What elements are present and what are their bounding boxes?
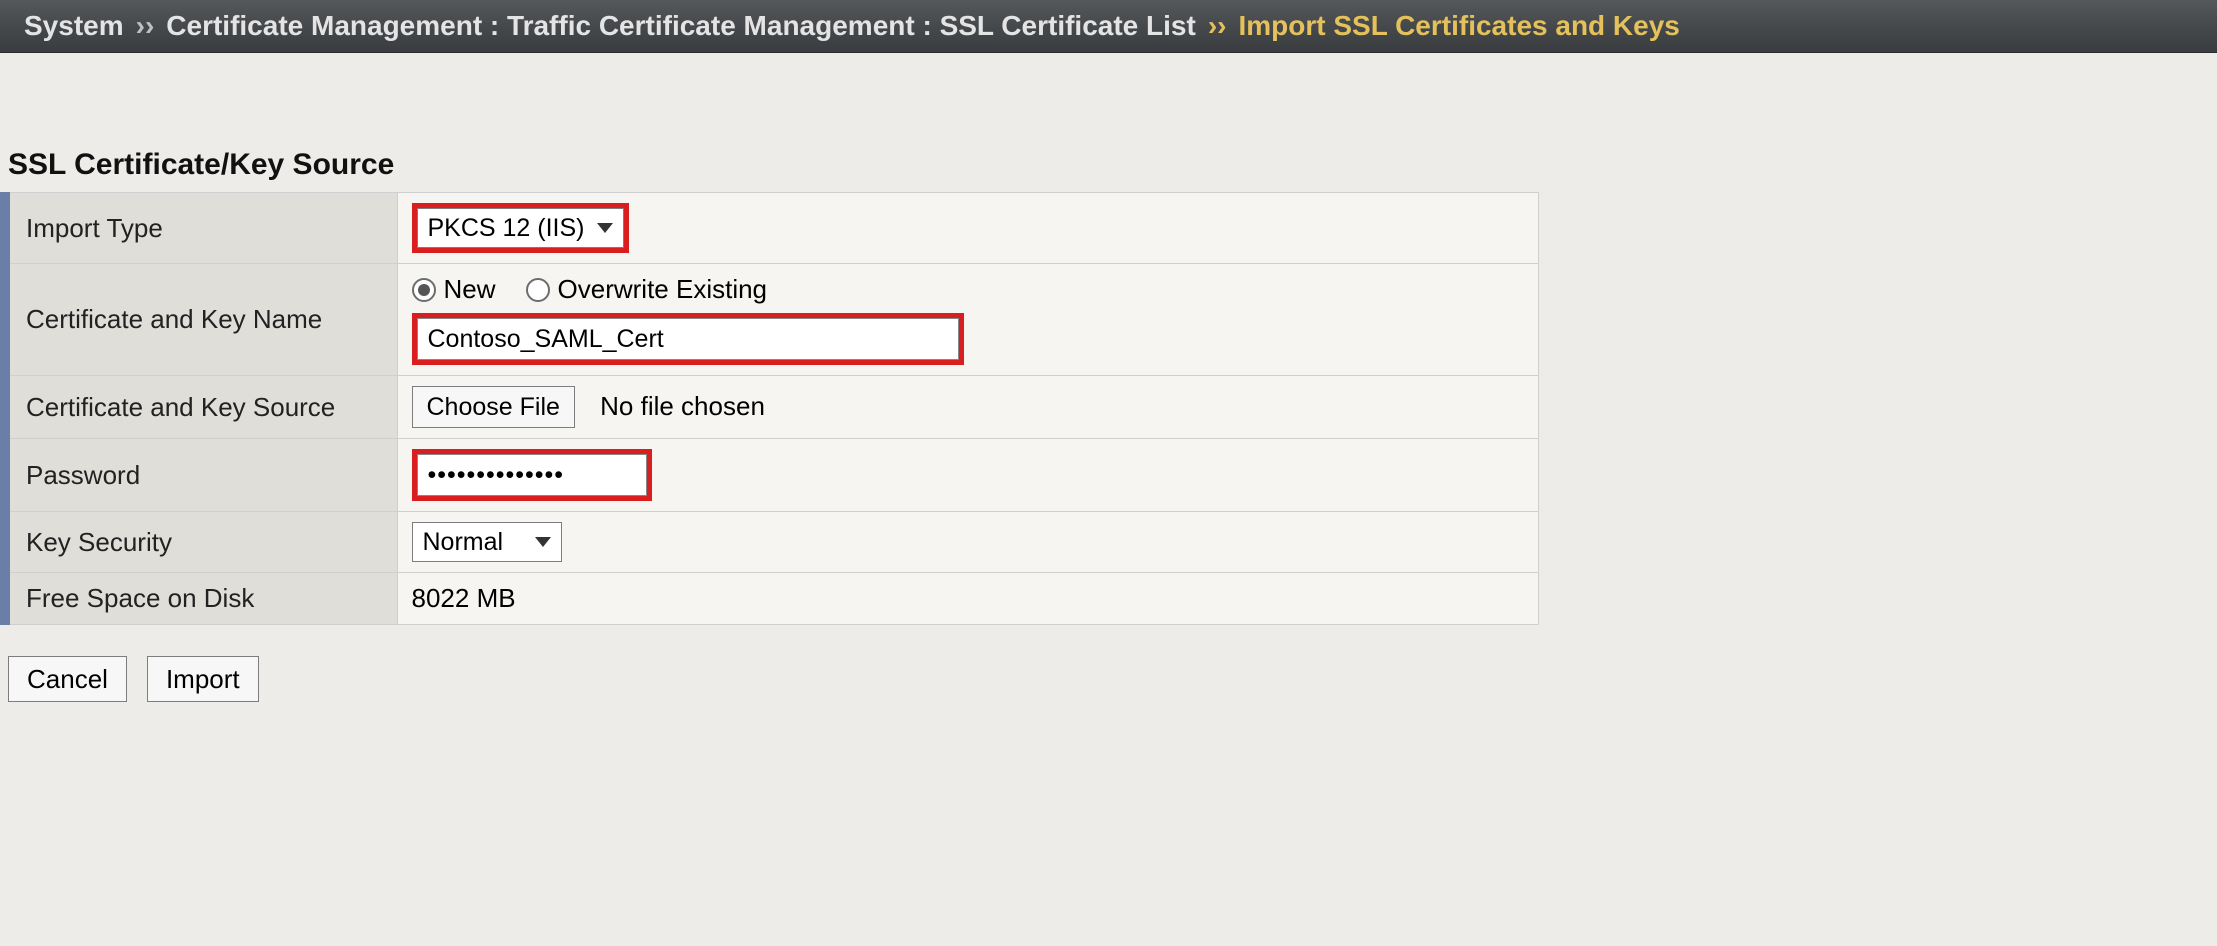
section-title: SSL Certificate/Key Source: [0, 53, 2217, 192]
radio-new-label: New: [444, 274, 496, 305]
row-cert-key-source: Certificate and Key Source Choose File N…: [5, 376, 1539, 439]
password-input[interactable]: [417, 454, 647, 496]
breadcrumb-root[interactable]: System: [24, 10, 124, 42]
form-button-row: Cancel Import: [0, 650, 2217, 712]
breadcrumb-separator-icon: ››: [1204, 10, 1231, 42]
highlight-import-type: PKCS 12 (IIS): [412, 203, 629, 253]
import-button[interactable]: Import: [147, 656, 259, 702]
highlight-password: [412, 449, 652, 501]
file-chosen-status: No file chosen: [600, 391, 765, 421]
cancel-button[interactable]: Cancel: [8, 656, 127, 702]
form-table: Import Type PKCS 12 (IIS) Certificate an…: [0, 192, 1539, 625]
radio-new[interactable]: New: [412, 274, 496, 305]
label-import-type: Import Type: [5, 193, 397, 264]
free-space-value: 8022 MB: [412, 583, 516, 613]
choose-file-button[interactable]: Choose File: [412, 386, 575, 428]
key-security-selected-value: Normal: [423, 528, 504, 557]
radio-icon: [412, 278, 436, 302]
cert-key-name-input[interactable]: [417, 318, 959, 360]
row-cert-key-name: Certificate and Key Name New Overwrite E…: [5, 264, 1539, 376]
radio-overwrite[interactable]: Overwrite Existing: [526, 274, 768, 305]
import-type-selected-value: PKCS 12 (IIS): [428, 214, 585, 243]
label-cert-key-name: Certificate and Key Name: [5, 264, 397, 376]
radio-overwrite-label: Overwrite Existing: [558, 274, 768, 305]
breadcrumb-current: Import SSL Certificates and Keys: [1238, 10, 1679, 42]
breadcrumb-path[interactable]: Certificate Management : Traffic Certifi…: [166, 10, 1196, 42]
label-key-security: Key Security: [5, 512, 397, 573]
breadcrumb-separator-icon: ››: [132, 10, 159, 42]
breadcrumb: System ›› Certificate Management : Traff…: [0, 0, 2217, 53]
row-import-type: Import Type PKCS 12 (IIS): [5, 193, 1539, 264]
key-security-select[interactable]: Normal: [412, 522, 562, 562]
radio-icon: [526, 278, 550, 302]
row-key-security: Key Security Normal: [5, 512, 1539, 573]
row-free-space: Free Space on Disk 8022 MB: [5, 573, 1539, 625]
label-free-space: Free Space on Disk: [5, 573, 397, 625]
label-password: Password: [5, 439, 397, 512]
import-type-select[interactable]: PKCS 12 (IIS): [417, 208, 624, 248]
row-password: Password: [5, 439, 1539, 512]
chevron-down-icon: [535, 537, 551, 547]
label-cert-key-source: Certificate and Key Source: [5, 376, 397, 439]
highlight-cert-key-name: [412, 313, 964, 365]
cert-key-name-mode-radios: New Overwrite Existing: [412, 274, 1525, 305]
chevron-down-icon: [597, 223, 613, 233]
